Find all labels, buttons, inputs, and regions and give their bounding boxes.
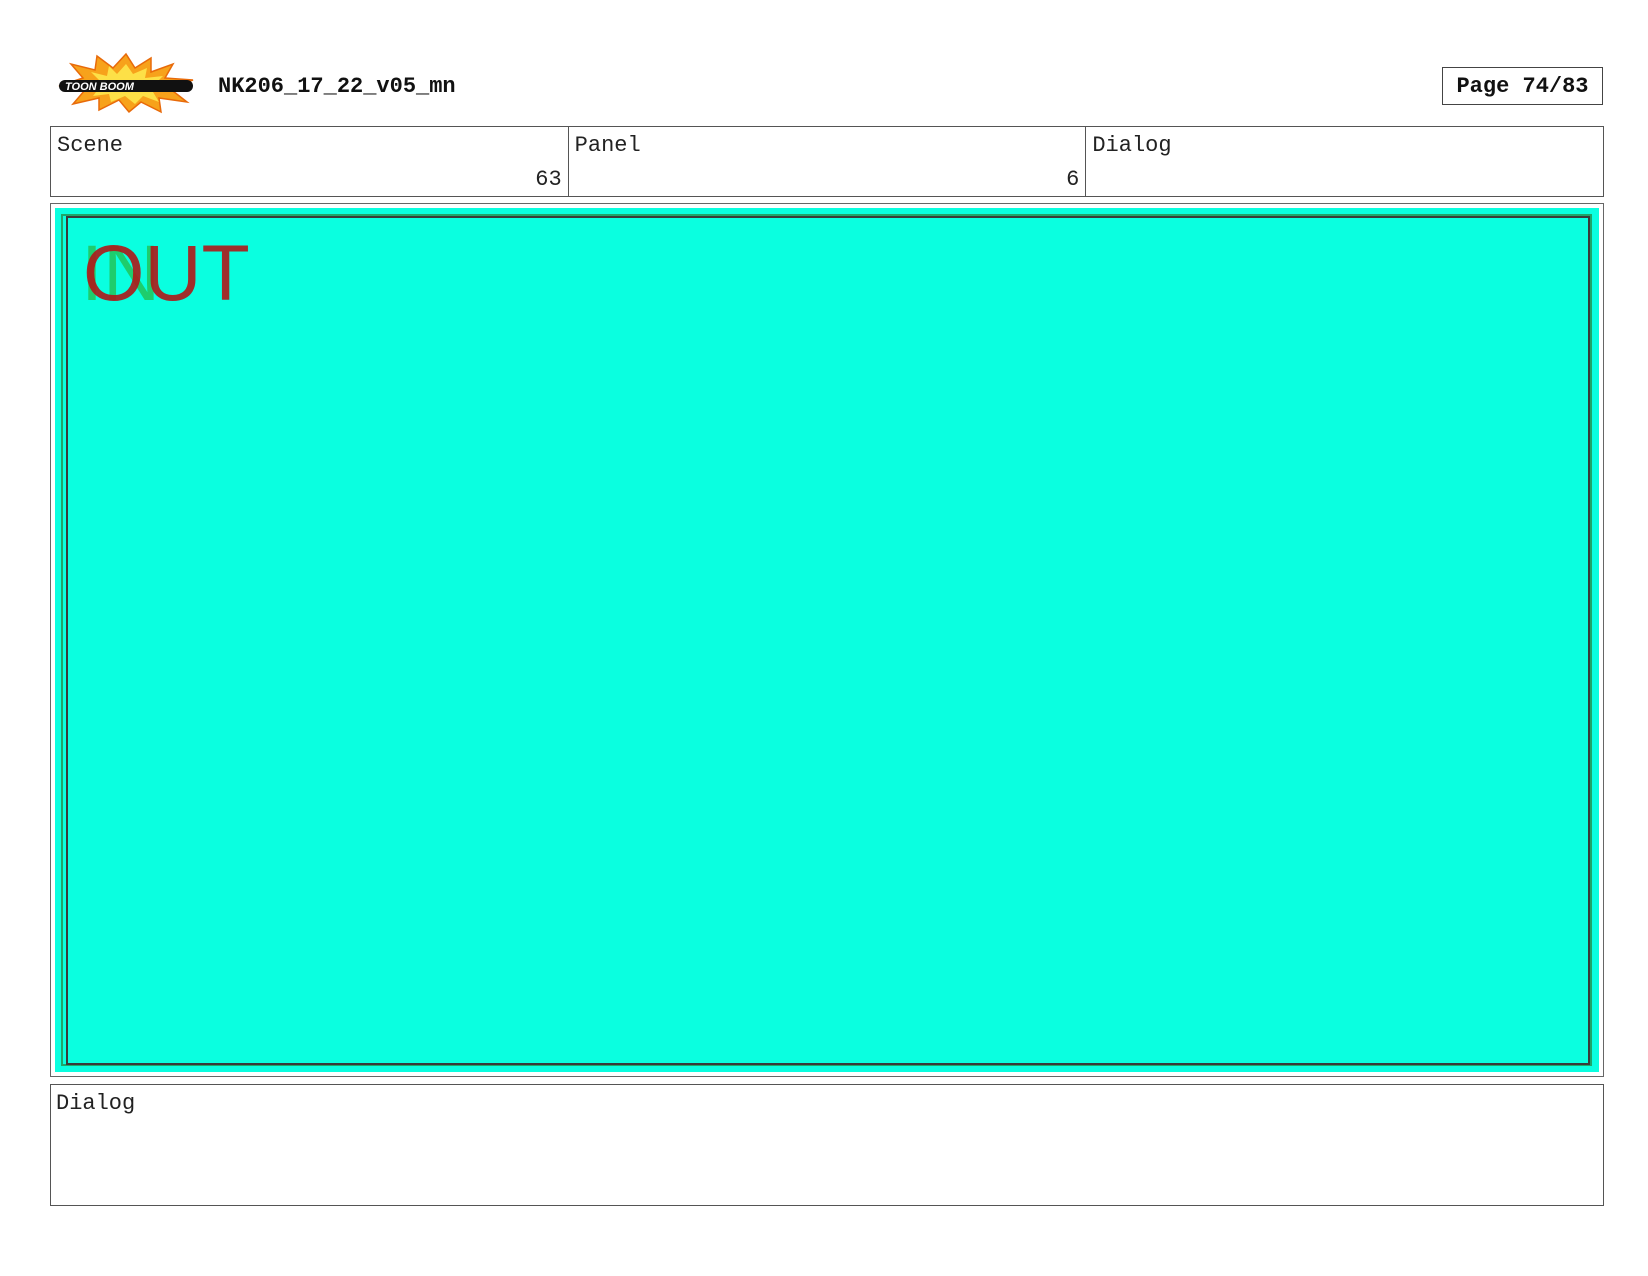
toon-boom-logo: TOON BOOM — [55, 52, 197, 114]
scene-label: Scene — [57, 133, 124, 158]
dialog-cell: Dialog — [1086, 127, 1603, 196]
page-indicator: Page 74/83 — [1442, 67, 1603, 105]
logo-wordmark: TOON BOOM — [65, 81, 135, 93]
out-marker: OUT — [83, 228, 250, 317]
starburst-logo-icon: TOON BOOM — [58, 52, 194, 114]
panel-cell: Panel 6 — [569, 127, 1087, 196]
scene-number: 63 — [535, 167, 562, 192]
panel-number: 6 — [1066, 167, 1080, 192]
dialog-label: Dialog — [56, 1091, 136, 1116]
project-title: NK206_17_22_v05_mn — [218, 74, 456, 99]
panel-label: Panel — [574, 133, 641, 158]
dialog-box: Dialog — [50, 1084, 1604, 1206]
dialog-header-label: Dialog — [1092, 133, 1172, 158]
scene-cell: Scene 63 — [51, 127, 569, 196]
storyboard-panel: IN OUT — [50, 203, 1604, 1077]
panel-artwork: IN OUT — [55, 208, 1599, 1072]
camera-frame — [66, 216, 1590, 1065]
scene-info-row: Scene 63 Panel 6 Dialog — [50, 126, 1604, 197]
